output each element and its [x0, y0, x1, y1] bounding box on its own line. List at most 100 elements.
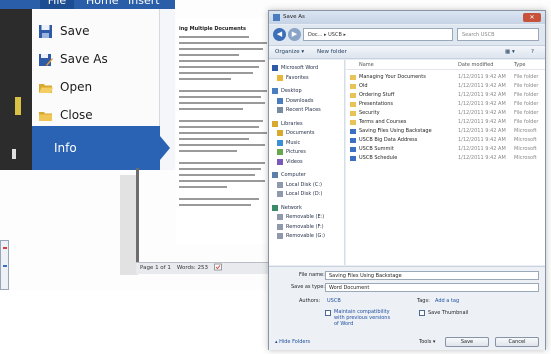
file-date: 1/12/2011 9:42 AM	[458, 74, 506, 80]
menu-close[interactable]: Close	[38, 102, 156, 128]
nav-item[interactable]: Desktop	[272, 87, 302, 95]
nav-item[interactable]: Computer	[272, 171, 306, 179]
help-icon[interactable]: ?	[531, 49, 534, 55]
nav-item[interactable]: Network	[272, 204, 302, 212]
new-folder-button[interactable]: New folder	[317, 49, 347, 55]
search-input[interactable]: Search USCB	[457, 28, 539, 41]
back-button[interactable]: ◀	[273, 28, 286, 41]
file-row[interactable]: Presentations 1/12/2011 9:42 AM File folde…	[346, 101, 545, 109]
menu-open[interactable]: Open	[38, 74, 156, 100]
nav-item-label: Computer	[281, 172, 306, 178]
menu-close-label: Close	[60, 108, 93, 122]
dialog-close-button[interactable]: ✕	[523, 13, 541, 22]
save-type-select[interactable]: Word Document	[325, 283, 539, 292]
menu-save-as[interactable]: Save As	[38, 46, 156, 72]
thumbnail-checkbox[interactable]	[419, 310, 425, 316]
nav-item-label: Downloads	[286, 97, 314, 104]
document-text-line	[179, 204, 251, 206]
cancel-button[interactable]: Cancel	[495, 337, 539, 347]
dialog-titlebar[interactable]: Save As ✕	[269, 11, 545, 24]
file-type: Microsoft	[514, 137, 537, 143]
arrow-left-icon: ◀	[276, 30, 283, 38]
nav-item-label: Removable (F:)	[286, 223, 324, 230]
folder-icon	[350, 75, 356, 80]
column-date[interactable]: Date modified	[458, 62, 493, 68]
nav-item[interactable]: Music	[277, 139, 300, 147]
document-text-line	[179, 42, 267, 44]
column-name[interactable]: Name	[359, 62, 374, 68]
document-text-line	[179, 66, 259, 68]
file-name-input[interactable]: Saving Files Using Backstage	[325, 271, 539, 280]
file-row[interactable]: Saving Files Using Backstage 1/12/2011 9:…	[346, 128, 545, 136]
nav-item[interactable]: Local Disk (D:)	[277, 190, 322, 198]
file-date: 1/12/2011 9:42 AM	[458, 92, 506, 98]
nav-item[interactable]: Videos	[277, 158, 303, 166]
status-words[interactable]: Words: 253	[177, 263, 208, 274]
file-date: 1/12/2011 9:42 AM	[458, 101, 506, 107]
tab-home[interactable]: Home	[86, 0, 118, 8]
menu-save[interactable]: Save	[38, 18, 156, 44]
organize-button[interactable]: Organize ▾	[275, 49, 304, 55]
computer-icon	[272, 172, 278, 178]
nav-item-label: Desktop	[281, 88, 302, 94]
pictures-icon	[277, 149, 283, 155]
address-input[interactable]: Doc... ▸ USCB ▸	[303, 28, 453, 41]
hide-folders-button[interactable]: ▴ Hide Folders	[275, 339, 310, 345]
tab-insert[interactable]: Insert	[128, 0, 160, 8]
file-row[interactable]: USCB Big Data Address 1/12/2011 9:42 AM Mi…	[346, 137, 545, 145]
nav-item[interactable]: Libraries	[272, 120, 303, 128]
status-page[interactable]: Page 1 of 1	[140, 263, 171, 274]
authors-value[interactable]: USCB	[327, 298, 341, 304]
file-row[interactable]: Ordering Stuff 1/12/2011 9:42 AM File fold…	[346, 92, 545, 100]
document-text-line	[179, 60, 265, 62]
proofing-icon[interactable]	[214, 263, 222, 274]
close-folder-icon	[38, 108, 53, 123]
file-type: File folder	[514, 83, 539, 89]
file-row[interactable]: Security 1/12/2011 9:42 AM File folder	[346, 110, 545, 118]
document-text-line	[179, 54, 239, 56]
file-row[interactable]: Terms and Courses 1/12/2011 9:42 AM File f…	[346, 119, 545, 127]
file-row[interactable]: USCB Schedule 1/12/2011 9:42 AM Microsoft	[346, 155, 545, 163]
file-name: Old	[359, 83, 368, 89]
libraries-icon	[272, 120, 278, 127]
file-row[interactable]: Old 1/12/2011 9:42 AM File folder	[346, 83, 545, 91]
file-row[interactable]: USCB Summit 1/12/2011 9:42 AM Microsoft	[346, 146, 545, 154]
drive-icon	[277, 223, 283, 230]
nav-item[interactable]: Removable (G:)	[277, 232, 325, 240]
navigation-pane: Microsoft Word Favorites Desktop Downloads R…	[269, 60, 345, 265]
column-type[interactable]: Type	[514, 62, 525, 68]
file-row[interactable]: Managing Your Documents 1/12/2011 9:42 AM…	[346, 74, 545, 82]
nav-item[interactable]: Documents	[277, 129, 315, 137]
document-text-line	[179, 120, 263, 122]
nav-item[interactable]: Downloads	[277, 97, 313, 105]
file-list: Name Date modified Type Managing Your Do…	[346, 60, 545, 265]
forward-button[interactable]: ▶	[288, 28, 301, 41]
tab-file[interactable]: File	[40, 0, 74, 9]
nav-item[interactable]: Removable (F:)	[277, 223, 324, 231]
nav-item[interactable]: Removable (E:)	[277, 213, 324, 221]
nav-item[interactable]: Pictures	[277, 148, 306, 156]
document-text-line	[179, 126, 259, 128]
file-type: Microsoft	[514, 155, 537, 161]
desktop-icon	[272, 88, 278, 94]
tools-button[interactable]: Tools ▾	[419, 339, 435, 345]
folder-icon	[350, 102, 356, 107]
save-button[interactable]: Save	[445, 337, 489, 347]
file-date: 1/12/2011 9:42 AM	[458, 128, 506, 134]
nav-item[interactable]: Recent Places	[277, 106, 321, 114]
document-text-line	[179, 138, 249, 140]
drive-icon	[277, 214, 283, 220]
compatibility-checkbox[interactable]	[325, 310, 331, 316]
nav-item[interactable]: Microsoft Word	[272, 64, 318, 72]
nav-item[interactable]: Favorites	[277, 74, 309, 82]
side-strip	[0, 9, 32, 170]
document-text-line	[179, 180, 265, 182]
view-options-icon[interactable]: ▦ ▾	[505, 49, 515, 55]
document-text-line	[179, 90, 267, 92]
menu-info[interactable]: Info	[32, 126, 160, 170]
documents-icon	[277, 130, 283, 136]
tags-value[interactable]: Add a tag	[435, 298, 459, 304]
document-text-line	[179, 36, 249, 38]
nav-item[interactable]: Local Disk (C:)	[277, 181, 322, 189]
file-name: Managing Your Documents	[359, 74, 426, 80]
